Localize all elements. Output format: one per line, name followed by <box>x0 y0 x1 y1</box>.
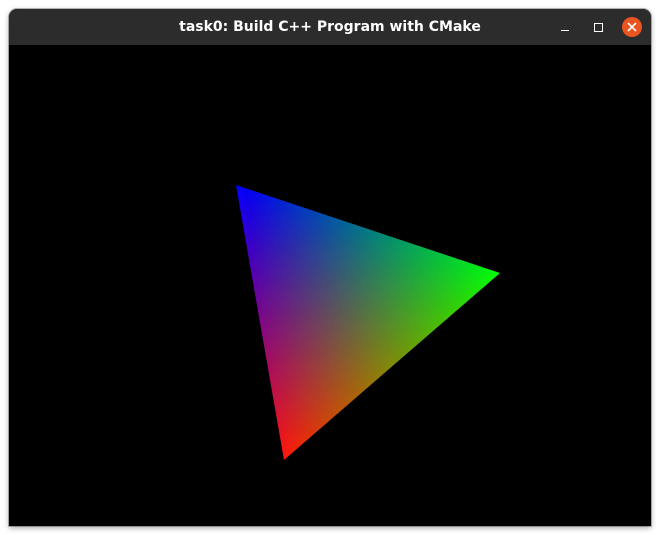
close-icon <box>627 22 637 32</box>
close-button[interactable] <box>622 17 642 37</box>
minimize-icon <box>561 29 569 31</box>
title-bar[interactable]: task0: Build C++ Program with CMake <box>9 9 651 45</box>
maximize-icon <box>593 22 603 32</box>
maximize-button[interactable] <box>588 17 608 37</box>
app-window: task0: Build C++ Program with CMake <box>9 9 651 526</box>
color-triangle <box>236 185 500 460</box>
render-viewport[interactable] <box>9 45 651 526</box>
minimize-button[interactable] <box>555 17 575 37</box>
triangle-canvas <box>236 185 500 460</box>
